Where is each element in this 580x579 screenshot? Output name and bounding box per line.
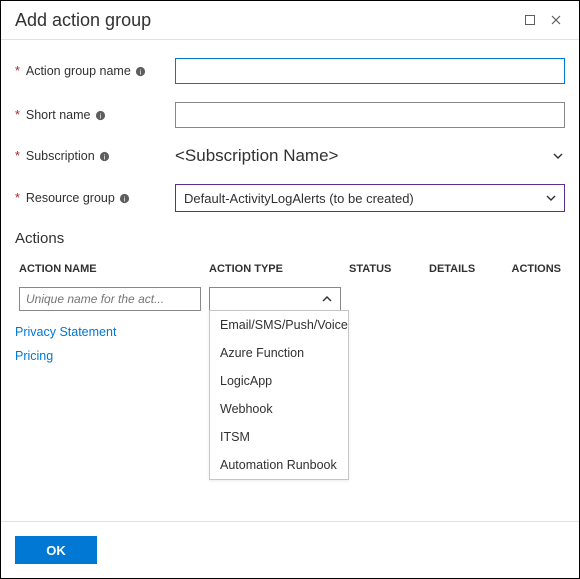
action-name-input[interactable]: [19, 287, 201, 311]
label-text: Short name: [26, 108, 91, 122]
label-text: Resource group: [26, 191, 115, 205]
subscription-select[interactable]: <Subscription Name>: [175, 146, 565, 166]
action-type-option[interactable]: ITSM: [210, 423, 348, 451]
action-group-name-label: * Action group name i: [15, 64, 175, 78]
action-type-option[interactable]: LogicApp: [210, 367, 348, 395]
action-type-option[interactable]: Email/SMS/Push/Voice: [210, 311, 348, 339]
info-icon[interactable]: i: [119, 192, 131, 204]
action-group-name-input[interactable]: [175, 58, 565, 84]
chevron-up-icon: [320, 292, 334, 306]
action-type-option[interactable]: Automation Runbook: [210, 451, 348, 479]
chevron-down-icon: [551, 149, 565, 163]
info-icon[interactable]: i: [99, 150, 111, 162]
resource-group-label: * Resource group i: [15, 191, 175, 205]
required-asterisk: *: [15, 64, 20, 78]
dialog-body: * Action group name i * Short name i: [1, 40, 579, 521]
dialog-title: Add action group: [15, 10, 515, 31]
actions-table: ACTION NAME ACTION TYPE STATUS DETAILS A…: [15, 255, 565, 315]
subscription-label: * Subscription i: [15, 149, 175, 163]
required-asterisk: *: [15, 108, 20, 122]
resource-group-select[interactable]: Default-ActivityLogAlerts (to be created…: [175, 184, 565, 212]
maximize-button[interactable]: [519, 9, 541, 31]
table-row: Email/SMS/Push/Voice Azure Function Logi…: [15, 283, 565, 315]
titlebar: Add action group: [1, 1, 579, 40]
chevron-down-icon: [544, 191, 558, 205]
add-action-group-dialog: Add action group * Action group name i *: [0, 0, 580, 579]
short-name-input[interactable]: [175, 102, 565, 128]
col-actions: ACTIONS: [495, 255, 565, 283]
info-icon[interactable]: i: [135, 65, 147, 77]
label-text: Subscription: [26, 149, 95, 163]
subscription-value: <Subscription Name>: [175, 146, 551, 166]
action-type-select[interactable]: [209, 287, 341, 311]
col-details: DETAILS: [425, 255, 495, 283]
action-type-option[interactable]: Azure Function: [210, 339, 348, 367]
action-type-dropdown-menu: Email/SMS/Push/Voice Azure Function Logi…: [209, 310, 349, 480]
label-text: Action group name: [26, 64, 131, 78]
dialog-footer: OK: [1, 521, 579, 578]
required-asterisk: *: [15, 149, 20, 163]
short-name-label: * Short name i: [15, 108, 175, 122]
required-asterisk: *: [15, 191, 20, 205]
col-status: STATUS: [345, 255, 425, 283]
col-action-type: ACTION TYPE: [205, 255, 345, 283]
ok-button[interactable]: OK: [15, 536, 97, 564]
info-icon[interactable]: i: [95, 109, 107, 121]
action-type-option[interactable]: Webhook: [210, 395, 348, 423]
resource-group-value: Default-ActivityLogAlerts (to be created…: [184, 191, 544, 206]
actions-section-header: Actions: [15, 230, 565, 247]
close-button[interactable]: [545, 9, 567, 31]
col-action-name: ACTION NAME: [15, 255, 205, 283]
